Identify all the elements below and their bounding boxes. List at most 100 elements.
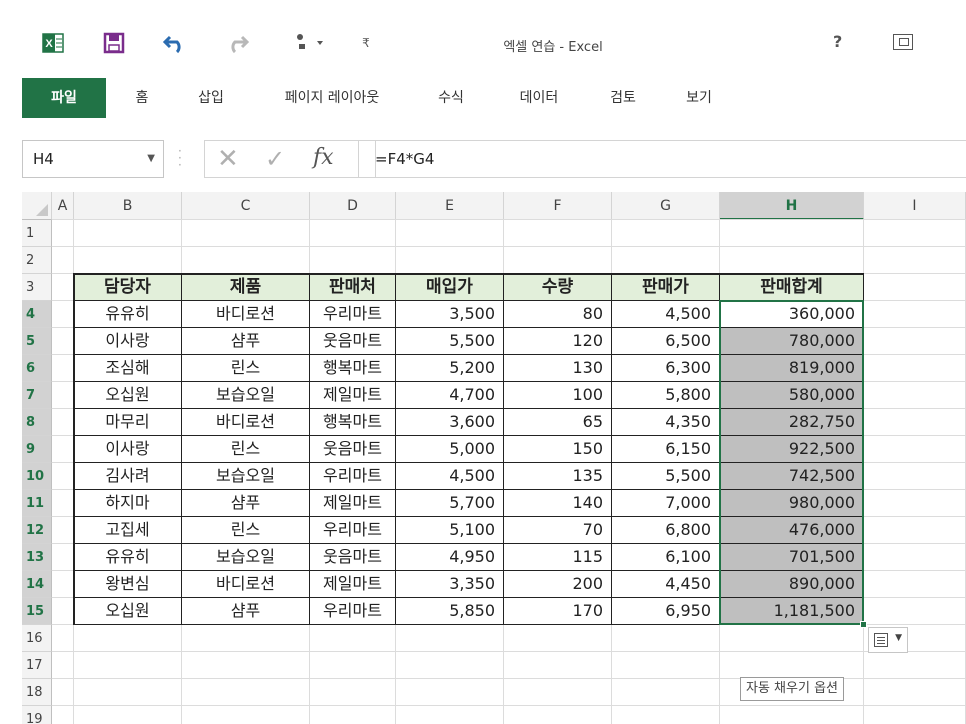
row-header-6[interactable]: 6 [22, 355, 52, 382]
tab-page-layout[interactable]: 페이지 레이아웃 [262, 78, 402, 118]
table-cell[interactable]: 보습오일 [182, 382, 310, 409]
tab-home[interactable]: 홈 [122, 78, 162, 118]
table-cell[interactable]: 제일마트 [310, 382, 396, 409]
row-header-12[interactable]: 12 [22, 517, 52, 544]
ribbon-display-options-icon[interactable] [893, 34, 913, 50]
table-cell[interactable]: 조심해 [74, 355, 182, 382]
table-cell[interactable]: 샴푸 [182, 328, 310, 355]
table-cell[interactable]: 바디로션 [182, 301, 310, 328]
table-cell[interactable]: 6,100 [612, 544, 720, 571]
table-cell[interactable]: 6,150 [612, 436, 720, 463]
table-cell[interactable]: 5,500 [396, 328, 504, 355]
table-cell[interactable]: 170 [504, 598, 612, 625]
row-header-16[interactable]: 16 [22, 625, 52, 652]
sum-cell[interactable]: 780,000 [720, 328, 864, 355]
header-cell[interactable]: 판매처 [310, 274, 396, 301]
column-header-h[interactable]: H [720, 192, 864, 220]
table-cell[interactable]: 70 [504, 517, 612, 544]
table-cell[interactable]: 제일마트 [310, 571, 396, 598]
row-header-18[interactable]: 18 [22, 679, 52, 706]
tab-data[interactable]: 데이터 [504, 78, 574, 118]
table-cell[interactable]: 4,700 [396, 382, 504, 409]
sum-cell[interactable]: 819,000 [720, 355, 864, 382]
row-header-9[interactable]: 9 [22, 436, 52, 463]
table-cell[interactable]: 3,350 [396, 571, 504, 598]
table-cell[interactable]: 3,600 [396, 409, 504, 436]
table-cell[interactable]: 오십원 [74, 382, 182, 409]
row-header-15[interactable]: 15 [22, 598, 52, 625]
table-cell[interactable]: 5,200 [396, 355, 504, 382]
table-cell[interactable]: 오십원 [74, 598, 182, 625]
header-cell[interactable]: 수량 [504, 274, 612, 301]
header-cell[interactable]: 판매합계 [720, 274, 864, 301]
table-cell[interactable]: 150 [504, 436, 612, 463]
table-cell[interactable]: 4,500 [612, 301, 720, 328]
row-header-1[interactable]: 1 [22, 220, 52, 247]
table-cell[interactable]: 우리마트 [310, 517, 396, 544]
table-cell[interactable]: 바디로션 [182, 409, 310, 436]
table-cell[interactable]: 린스 [182, 436, 310, 463]
column-header-e[interactable]: E [396, 192, 504, 220]
formula-input[interactable]: =F4*G4 [358, 140, 966, 178]
table-cell[interactable]: 4,500 [396, 463, 504, 490]
row-header-2[interactable]: 2 [22, 247, 52, 274]
table-cell[interactable]: 3,500 [396, 301, 504, 328]
table-cell[interactable]: 이사랑 [74, 436, 182, 463]
table-cell[interactable]: 6,300 [612, 355, 720, 382]
table-cell[interactable]: 이사랑 [74, 328, 182, 355]
column-header-i[interactable]: I [864, 192, 966, 220]
sum-cell[interactable]: 742,500 [720, 463, 864, 490]
sum-cell[interactable]: 701,500 [720, 544, 864, 571]
row-header-13[interactable]: 13 [22, 544, 52, 571]
row-header-3[interactable]: 3 [22, 274, 52, 301]
table-cell[interactable]: 6,800 [612, 517, 720, 544]
column-header-a[interactable]: A [52, 192, 74, 220]
table-cell[interactable]: 5,800 [612, 382, 720, 409]
table-cell[interactable]: 100 [504, 382, 612, 409]
table-cell[interactable]: 140 [504, 490, 612, 517]
table-cell[interactable]: 샴푸 [182, 490, 310, 517]
header-cell[interactable]: 매입가 [396, 274, 504, 301]
table-cell[interactable]: 하지마 [74, 490, 182, 517]
help-button[interactable]: ? [833, 32, 842, 51]
sum-cell[interactable]: 922,500 [720, 436, 864, 463]
table-cell[interactable]: 130 [504, 355, 612, 382]
table-cell[interactable]: 김사려 [74, 463, 182, 490]
chevron-down-icon[interactable]: ▼ [147, 141, 155, 177]
table-cell[interactable]: 우리마트 [310, 598, 396, 625]
name-box[interactable]: H4 ▼ [22, 140, 164, 178]
row-header-11[interactable]: 11 [22, 490, 52, 517]
table-cell[interactable]: 행복마트 [310, 355, 396, 382]
autofill-options-button[interactable]: ▼ [868, 627, 908, 653]
tab-file[interactable]: 파일 [22, 78, 106, 118]
table-cell[interactable]: 4,350 [612, 409, 720, 436]
table-cell[interactable]: 바디로션 [182, 571, 310, 598]
sum-cell[interactable]: 580,000 [720, 382, 864, 409]
sum-cell[interactable]: 890,000 [720, 571, 864, 598]
header-cell[interactable]: 제품 [182, 274, 310, 301]
sum-cell[interactable]: 360,000 [720, 301, 864, 328]
table-cell[interactable]: 제일마트 [310, 490, 396, 517]
table-cell[interactable]: 5,850 [396, 598, 504, 625]
table-cell[interactable]: 5,000 [396, 436, 504, 463]
table-cell[interactable]: 유유히 [74, 301, 182, 328]
column-header-c[interactable]: C [182, 192, 310, 220]
table-cell[interactable]: 린스 [182, 517, 310, 544]
formula-bar-grip-icon[interactable]: · · · [178, 145, 182, 171]
table-cell[interactable]: 6,950 [612, 598, 720, 625]
table-cell[interactable]: 보습오일 [182, 463, 310, 490]
cancel-icon[interactable]: ✕ [217, 144, 239, 174]
column-header-f[interactable]: F [504, 192, 612, 220]
sum-cell[interactable]: 1,181,500 [720, 598, 864, 625]
sum-cell[interactable]: 282,750 [720, 409, 864, 436]
column-header-g[interactable]: G [612, 192, 720, 220]
table-cell[interactable]: 135 [504, 463, 612, 490]
table-cell[interactable]: 4,450 [612, 571, 720, 598]
row-header-7[interactable]: 7 [22, 382, 52, 409]
table-cell[interactable]: 5,500 [612, 463, 720, 490]
table-cell[interactable]: 120 [504, 328, 612, 355]
table-cell[interactable]: 우리마트 [310, 463, 396, 490]
row-header-14[interactable]: 14 [22, 571, 52, 598]
table-cell[interactable]: 5,700 [396, 490, 504, 517]
column-header-d[interactable]: D [310, 192, 396, 220]
